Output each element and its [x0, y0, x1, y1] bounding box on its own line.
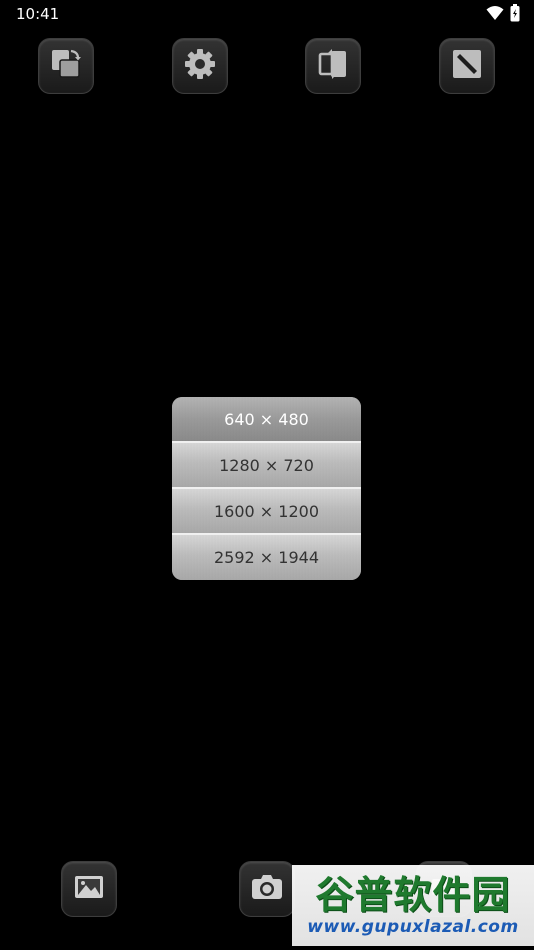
- resolution-option-1600x1200[interactable]: 1600 × 1200: [172, 489, 361, 535]
- rotate-button[interactable]: [38, 38, 94, 94]
- watermark-title: 谷普软件园: [315, 872, 511, 917]
- gallery-button[interactable]: [61, 861, 117, 917]
- resolution-option-1280x720[interactable]: 1280 × 720: [172, 443, 361, 489]
- switch-camera-button[interactable]: [305, 38, 361, 94]
- status-bar: 10:41: [0, 0, 534, 28]
- flip-camera-icon: [314, 45, 352, 88]
- watermark-url: www.gupuxlazal.com: [307, 916, 519, 937]
- wifi-icon: [486, 5, 504, 26]
- gear-icon: [181, 45, 219, 88]
- gallery-icon: [71, 869, 107, 910]
- watermark-logo: 谷普软件园 www.gupuxlazal.com: [292, 865, 534, 946]
- fullscreen-icon: [448, 45, 486, 88]
- rotate-icon: [47, 45, 85, 88]
- resolution-menu: 640 × 480 1280 × 720 1600 × 1200 2592 × …: [172, 397, 361, 580]
- battery-icon: [510, 4, 520, 27]
- shutter-button[interactable]: [239, 861, 295, 917]
- settings-button[interactable]: [172, 38, 228, 94]
- status-icons: [486, 4, 520, 27]
- status-time: 10:41: [16, 5, 60, 23]
- resolution-option-2592x1944[interactable]: 2592 × 1944: [172, 535, 361, 580]
- fullscreen-button[interactable]: [439, 38, 495, 94]
- camera-icon: [249, 869, 285, 910]
- resolution-option-640x480[interactable]: 640 × 480: [172, 397, 361, 443]
- camera-screen: 10:41 640 × 480 1280 × 720 1600 × 1200 2…: [0, 0, 534, 950]
